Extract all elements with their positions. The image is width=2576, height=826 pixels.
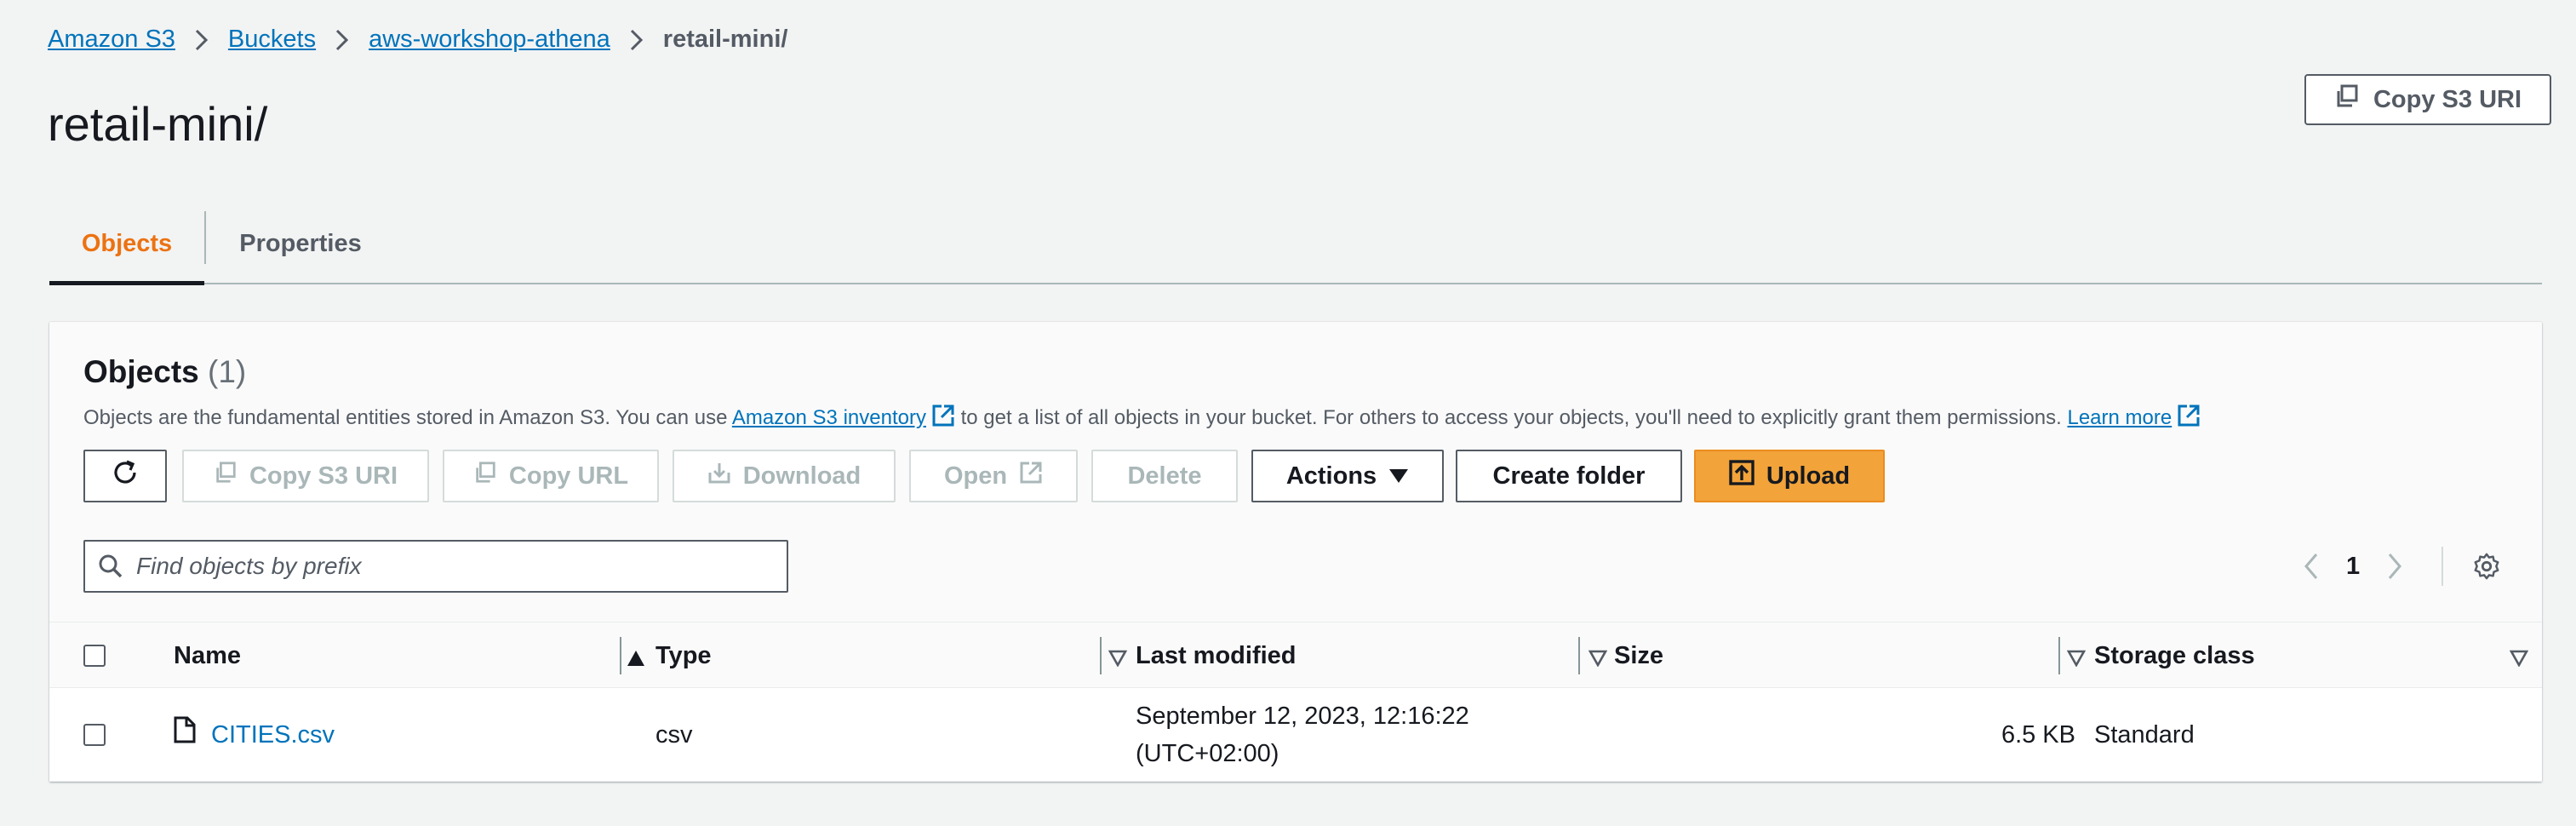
copy-icon xyxy=(214,461,238,491)
actions-label: Actions xyxy=(1285,462,1377,490)
search-icon xyxy=(85,553,136,580)
breadcrumb-bucket[interactable]: aws-workshop-athena xyxy=(369,22,610,56)
column-header-name[interactable]: Name xyxy=(174,622,645,689)
inventory-link[interactable]: Amazon S3 inventory xyxy=(732,406,926,429)
sort-ascending-icon xyxy=(627,645,645,674)
column-last-modified-label: Last modified xyxy=(1136,641,1297,669)
open-button[interactable]: Open xyxy=(909,450,1078,502)
create-folder-label: Create folder xyxy=(1492,462,1646,490)
column-type-label: Type xyxy=(655,641,712,669)
column-separator[interactable] xyxy=(1100,637,1102,674)
table-header: Name Type Last modified Size Storage cla… xyxy=(49,622,2542,688)
copy-s3-uri-header-button[interactable]: Copy S3 URI xyxy=(2304,74,2551,125)
copy-s3-uri-button[interactable]: Copy S3 URI xyxy=(182,450,429,502)
chevron-right-icon xyxy=(610,22,663,56)
tab-objects-label: Objects xyxy=(81,229,173,257)
copy-url-label: Copy URL xyxy=(508,462,629,490)
download-icon xyxy=(707,461,731,491)
external-link-icon xyxy=(1019,461,1043,491)
size-cell: 6.5 KB xyxy=(2001,721,2075,749)
objects-count: (1) xyxy=(208,354,247,389)
next-page-icon[interactable] xyxy=(2380,553,2409,580)
row-select-cell xyxy=(83,688,106,782)
page-title: retail-mini/ xyxy=(48,97,268,151)
select-all-checkbox[interactable] xyxy=(83,645,106,667)
copy-s3-uri-header-label: Copy S3 URI xyxy=(2373,85,2522,113)
objects-table: Name Type Last modified Size Storage cla… xyxy=(49,622,2542,782)
download-button[interactable]: Download xyxy=(673,450,896,502)
select-all-cell xyxy=(83,622,106,689)
inventory-link-label: Amazon S3 inventory xyxy=(731,406,926,429)
refresh-button[interactable] xyxy=(83,450,167,502)
sort-icon xyxy=(1588,645,1608,674)
search-box xyxy=(83,540,788,593)
objects-heading: Objects (1) xyxy=(83,354,246,390)
upload-button[interactable]: Upload xyxy=(1694,450,1885,502)
tab-bar: Objects Properties xyxy=(49,204,2542,285)
column-header-type[interactable]: Type xyxy=(655,622,1128,689)
breadcrumb: Amazon S3 Buckets aws-workshop-athena re… xyxy=(48,22,787,56)
last-modified-timezone: (UTC+02:00) xyxy=(1136,740,1279,767)
external-link-icon xyxy=(931,404,955,435)
column-separator[interactable] xyxy=(620,637,621,674)
sort-icon xyxy=(2509,645,2529,674)
column-separator[interactable] xyxy=(1578,637,1580,674)
caret-down-icon xyxy=(1388,462,1409,490)
sort-icon xyxy=(2066,645,2087,674)
last-modified-cell: September 12, 2023, 12:16:22 (UTC+02:00) xyxy=(1136,688,1469,782)
chevron-right-icon xyxy=(175,22,228,56)
copy-icon xyxy=(473,461,497,491)
pagination-divider xyxy=(2441,547,2444,586)
row-checkbox[interactable] xyxy=(83,724,106,746)
breadcrumb-amazon-s3[interactable]: Amazon S3 xyxy=(48,22,175,56)
name-cell: CITIES.csv xyxy=(174,688,335,782)
upload-label: Upload xyxy=(1766,462,1851,490)
copy-s3-uri-label: Copy S3 URI xyxy=(249,462,398,490)
copy-url-button[interactable]: Copy URL xyxy=(443,450,659,502)
objects-heading-text: Objects xyxy=(83,354,199,389)
storage-class-cell: Standard xyxy=(2094,721,2195,749)
description-text-1: Objects are the fundamental entities sto… xyxy=(83,406,732,429)
objects-description: Objects are the fundamental entities sto… xyxy=(83,404,2518,435)
learn-more-label: Learn more xyxy=(2067,406,2172,429)
delete-button[interactable]: Delete xyxy=(1091,450,1238,502)
column-header-size[interactable]: Size xyxy=(1614,622,2087,689)
column-header-last-modified[interactable]: Last modified xyxy=(1136,622,1608,689)
tab-objects[interactable]: Objects xyxy=(49,204,204,285)
tab-properties[interactable]: Properties xyxy=(206,204,395,283)
upload-icon xyxy=(1729,460,1755,492)
table-body: CITIES.csv csv September 12, 2023, 12:16… xyxy=(49,688,2542,782)
file-name-link[interactable]: CITIES.csv xyxy=(211,716,335,754)
breadcrumb-buckets[interactable]: Buckets xyxy=(228,22,316,56)
type-cell: csv xyxy=(655,721,693,749)
table-row[interactable]: CITIES.csv csv September 12, 2023, 12:16… xyxy=(49,688,2542,782)
learn-more-link[interactable]: Learn more xyxy=(2067,406,2172,429)
last-modified-date: September 12, 2023, 12:16:22 xyxy=(1136,703,1469,730)
external-link-icon xyxy=(2177,404,2201,435)
previous-page-icon[interactable] xyxy=(2297,553,2326,580)
open-label: Open xyxy=(943,462,1008,490)
refresh-icon xyxy=(110,457,140,495)
create-folder-button[interactable]: Create folder xyxy=(1456,450,1682,502)
file-icon xyxy=(174,716,196,754)
column-header-storage-class[interactable]: Storage class xyxy=(2094,622,2529,689)
copy-icon xyxy=(2334,83,2360,116)
pagination: 1 xyxy=(2297,542,2501,591)
delete-label: Delete xyxy=(1127,462,1202,490)
sort-icon xyxy=(1108,645,1128,674)
search-input[interactable] xyxy=(136,553,766,580)
tab-properties-label: Properties xyxy=(239,229,362,257)
breadcrumb-current: retail-mini/ xyxy=(662,26,788,53)
actions-dropdown-button[interactable]: Actions xyxy=(1251,450,1444,502)
column-size-label: Size xyxy=(1614,641,1664,669)
column-name-label: Name xyxy=(174,641,241,669)
description-text-2: to get a list of all objects in your buc… xyxy=(954,406,2068,429)
settings-gear-icon[interactable] xyxy=(2472,551,2501,582)
download-label: Download xyxy=(742,462,862,490)
objects-panel: Objects (1) Objects are the fundamental … xyxy=(49,322,2542,782)
chevron-right-icon xyxy=(316,22,369,56)
column-separator[interactable] xyxy=(2058,637,2060,674)
current-page-number[interactable]: 1 xyxy=(2346,553,2360,581)
column-storage-class-label: Storage class xyxy=(2094,641,2255,669)
